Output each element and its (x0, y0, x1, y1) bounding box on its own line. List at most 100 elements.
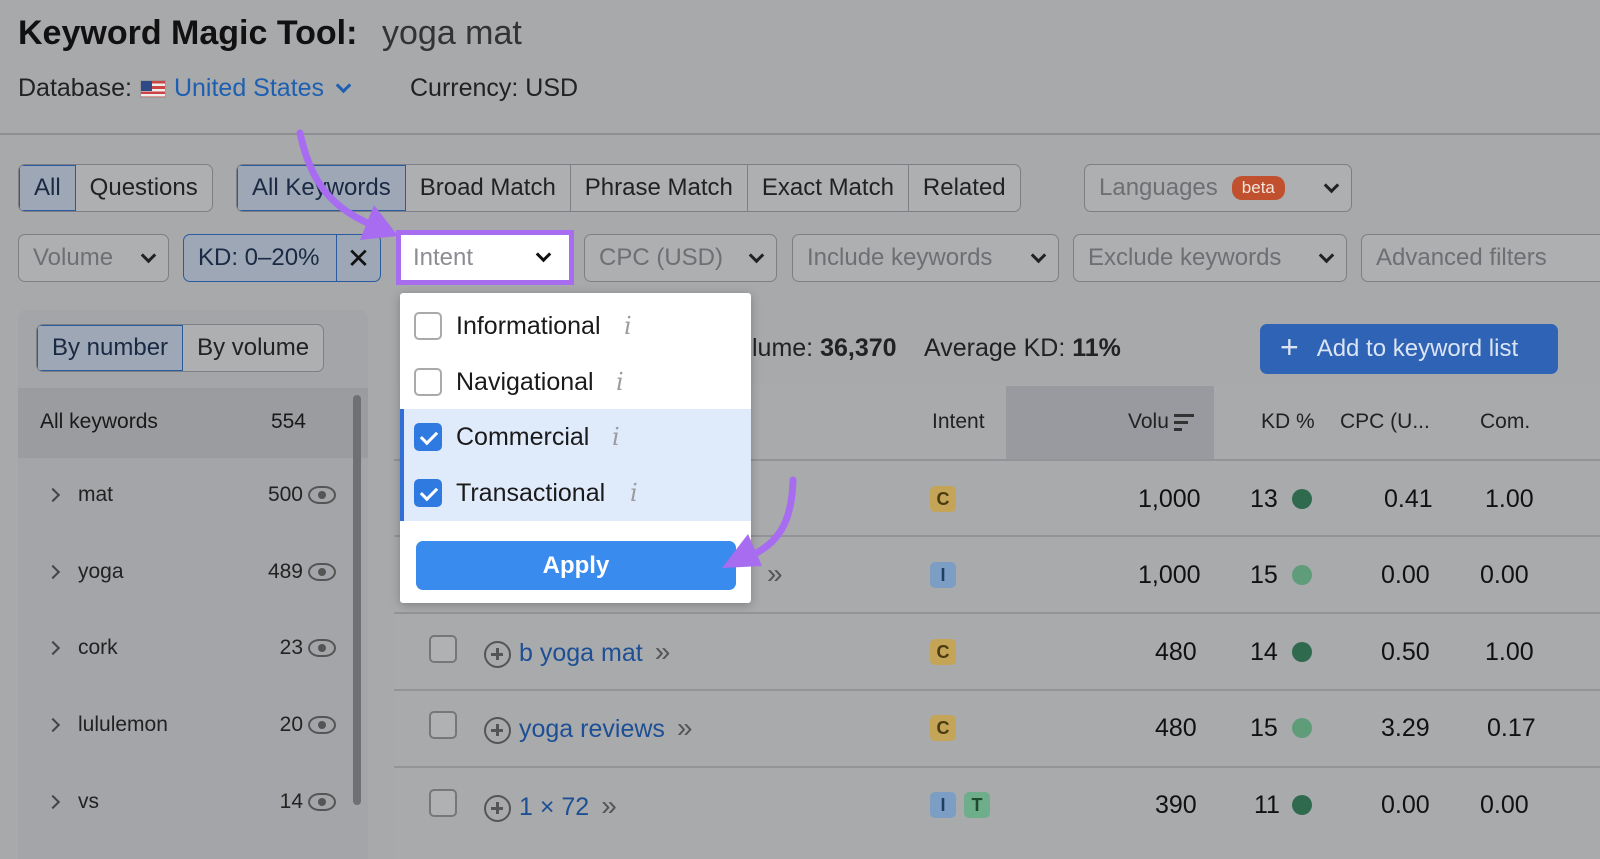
group-label: vs (78, 790, 99, 813)
column-header-volume[interactable]: Volu (1128, 410, 1195, 434)
intent-filter[interactable]: Intent (396, 230, 574, 285)
apply-button[interactable]: Apply (416, 541, 736, 590)
kd-cell: 15 (1250, 561, 1278, 589)
sidebar-item-lululemon[interactable]: lululemon 20 (18, 705, 358, 745)
group-label: cork (78, 636, 118, 659)
column-header-kd[interactable]: KD % (1261, 410, 1315, 434)
chevron-right-icon[interactable] (45, 564, 61, 580)
info-icon[interactable]: i (616, 368, 624, 396)
tab-exact-match[interactable]: Exact Match (748, 165, 909, 211)
info-icon[interactable]: i (612, 423, 620, 451)
eye-icon[interactable] (308, 486, 336, 504)
volume-filter[interactable]: Volume (18, 234, 169, 282)
keyword-cell[interactable]: yoga reviews » (484, 712, 692, 744)
by-volume-button[interactable]: By volume (183, 325, 323, 371)
kd-cell: 14 (1250, 638, 1278, 666)
row-divider (394, 612, 1600, 614)
keyword-link[interactable]: b yoga mat (519, 639, 643, 667)
cpc-filter[interactable]: CPC (USD) (584, 234, 777, 282)
page-title: Keyword Magic Tool: (18, 14, 358, 52)
database-selector[interactable]: Database: United States (18, 74, 352, 103)
chevron-down-icon (1318, 247, 1335, 263)
chevron-right-icon[interactable] (45, 640, 61, 656)
intent-option-transactional[interactable]: Transactional i (400, 465, 751, 521)
include-keywords-filter[interactable]: Include keywords (792, 234, 1059, 282)
sidebar-item-yoga[interactable]: yoga 489 (18, 552, 358, 592)
chevron-down-icon (535, 246, 552, 263)
kd-filter[interactable]: KD: 0–20% ✕ (183, 234, 381, 282)
question-toggle-group: All Questions (18, 164, 213, 212)
info-icon[interactable]: i (624, 312, 632, 340)
column-header-competition[interactable]: Com. (1480, 410, 1530, 434)
advanced-filters-button[interactable]: Advanced filters (1361, 234, 1600, 282)
chevron-right-icon[interactable] (45, 487, 61, 503)
open-keyword-icon[interactable]: » (601, 790, 616, 821)
eye-icon[interactable] (308, 639, 336, 657)
eye-icon[interactable] (308, 793, 336, 811)
volume-cell: 1,000 (1138, 485, 1201, 513)
open-keyword-icon[interactable]: » (767, 558, 782, 590)
intent-option-commercial[interactable]: Commercial i (400, 409, 751, 465)
volume-filter-label: Volume (33, 244, 114, 271)
option-checkbox-checked[interactable] (414, 423, 442, 451)
kd-filter-label: KD: 0–20% (198, 244, 320, 271)
intent-option-navigational[interactable]: Navigational i (400, 354, 751, 410)
chevron-down-icon (1323, 177, 1340, 193)
tab-phrase-match[interactable]: Phrase Match (571, 165, 748, 211)
intent-badge: T (964, 792, 990, 818)
group-label: yoga (78, 560, 124, 583)
option-checkbox-checked[interactable] (414, 479, 442, 507)
tab-related[interactable]: Related (909, 165, 1020, 211)
keyword-link[interactable]: yoga reviews (519, 715, 665, 743)
sidebar-item-mat[interactable]: mat 500 (18, 475, 358, 515)
chevron-down-icon[interactable] (335, 77, 352, 94)
sidebar-item-vs[interactable]: vs 14 (18, 782, 358, 822)
column-header-intent[interactable]: Intent (932, 410, 985, 434)
open-keyword-icon[interactable]: » (677, 712, 692, 743)
tab-broad-match[interactable]: Broad Match (406, 165, 571, 211)
tab-all[interactable]: All (19, 165, 76, 211)
cpc-cell: 3.29 (1381, 714, 1430, 742)
add-keyword-plus-icon[interactable] (484, 716, 511, 744)
column-header-cpc[interactable]: CPC (U... (1340, 410, 1430, 434)
info-icon[interactable]: i (630, 479, 638, 507)
option-checkbox[interactable] (414, 368, 442, 396)
keyword-link[interactable]: 1 × 72 (519, 793, 589, 821)
kd-difficulty-dot (1292, 718, 1312, 738)
add-to-keyword-list-button[interactable]: + Add to keyword list (1260, 324, 1558, 374)
keyword-cell[interactable]: b yoga mat » (484, 636, 670, 668)
keyword-cell[interactable]: 1 × 72 » (484, 790, 617, 822)
tab-all-keywords[interactable]: All Keywords (237, 165, 406, 211)
header-divider (0, 133, 1600, 135)
open-keyword-icon[interactable]: » (655, 636, 670, 667)
volume-cell: 1,000 (1138, 561, 1201, 589)
option-checkbox[interactable] (414, 312, 442, 340)
add-keyword-plus-icon[interactable] (484, 640, 511, 668)
add-keyword-plus-icon[interactable] (484, 794, 511, 822)
row-divider (394, 766, 1600, 768)
languages-dropdown[interactable]: Languages beta (1084, 164, 1352, 212)
include-keywords-label: Include keywords (807, 244, 993, 271)
intent-option-informational[interactable]: Informational i (400, 298, 751, 354)
tab-questions[interactable]: Questions (76, 165, 212, 211)
plus-icon: + (1280, 328, 1299, 365)
eye-icon[interactable] (308, 563, 336, 581)
eye-icon[interactable] (308, 716, 336, 734)
chevron-right-icon[interactable] (45, 794, 61, 810)
exclude-keywords-label: Exclude keywords (1088, 244, 1282, 271)
clear-kd-filter-close-icon[interactable]: ✕ (336, 235, 380, 281)
row-checkbox[interactable] (429, 789, 457, 817)
kd-difficulty-dot (1292, 489, 1312, 509)
exclude-keywords-filter[interactable]: Exclude keywords (1073, 234, 1347, 282)
chevron-right-icon[interactable] (45, 717, 61, 733)
option-label: Informational (456, 311, 601, 340)
group-count: 500 (267, 483, 303, 506)
database-value[interactable]: United States (174, 74, 324, 103)
sidebar-item-cork[interactable]: cork 23 (18, 628, 358, 668)
by-number-button[interactable]: By number (37, 325, 184, 371)
sort-descending-icon[interactable] (1173, 412, 1195, 432)
sidebar-scrollbar[interactable] (353, 395, 361, 805)
row-checkbox[interactable] (429, 635, 457, 663)
all-keywords-row[interactable]: All keywords 554 (18, 388, 368, 458)
row-checkbox[interactable] (429, 711, 457, 739)
